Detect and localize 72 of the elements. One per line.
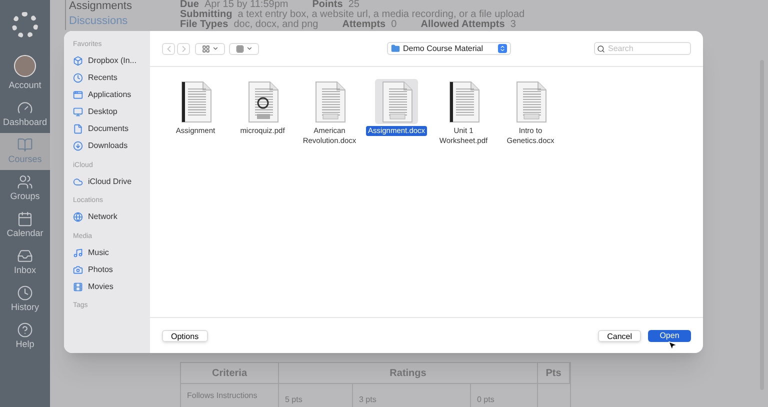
- column-header: Pts: [538, 363, 570, 383]
- sidebar-item[interactable]: Desktop: [73, 104, 150, 120]
- logo-icon: [12, 12, 38, 38]
- film-icon: [73, 282, 83, 292]
- nav-item[interactable]: Help: [0, 318, 50, 355]
- nav-icon: [17, 248, 33, 264]
- sidebar-item[interactable]: Dropbox (In...: [73, 52, 150, 70]
- sidebar-item[interactable]: Photos: [73, 261, 150, 278]
- folder-dropdown[interactable]: Demo Course Material: [387, 42, 511, 55]
- search-icon: [597, 44, 605, 52]
- detail-text: File Types doc, docx, and png: [180, 20, 318, 30]
- globe-icon: [73, 212, 83, 222]
- detail-text: Allowed Attempts 3: [420, 20, 516, 30]
- app-window-icon: [73, 90, 83, 100]
- document-icon: [312, 80, 346, 122]
- sidebar-item[interactable]: Music: [73, 244, 150, 261]
- nav-icon: [17, 100, 33, 116]
- detail-text: Submitting a text entry box, a website url, a media recording, or a file upload: [180, 10, 525, 20]
- detail-text: Due Apr 15 by 11:59pm: [180, 0, 288, 10]
- sidebar-item[interactable]: Documents: [73, 120, 150, 138]
- caret-icon: [246, 45, 252, 52]
- sidebar-item[interactable]: Network: [73, 208, 150, 226]
- nav-item[interactable]: Dashboard: [0, 96, 50, 133]
- group-button[interactable]: [229, 42, 259, 54]
- nav-icon: [17, 284, 33, 301]
- detail-text: Attempts 0: [342, 20, 397, 30]
- sidebar-item[interactable]: iCloud Drive: [73, 173, 150, 190]
- detail-text: Points 25: [312, 0, 360, 10]
- file-icon: [73, 124, 83, 134]
- document-icon: [246, 80, 280, 122]
- cloud-icon: [73, 176, 83, 186]
- nav-icon: [17, 322, 33, 338]
- sidebar-item[interactable]: Downloads: [73, 138, 150, 154]
- sidebar-item[interactable]: Applications: [73, 86, 150, 104]
- nav-item[interactable]: History: [0, 281, 50, 318]
- sidebar-item[interactable]: Movies: [73, 278, 150, 295]
- search-field[interactable]: Search: [594, 42, 691, 55]
- stepper-icon: [498, 44, 507, 53]
- course-nav-link[interactable]: Assignments: [69, 0, 175, 12]
- monitor-icon: [73, 107, 83, 117]
- nav-icon: [17, 136, 33, 153]
- document-icon: [178, 80, 212, 122]
- camera-icon: [73, 264, 83, 274]
- nav-item[interactable]: Calendar: [0, 207, 50, 244]
- nav-icon: [17, 210, 33, 227]
- nav-item[interactable]: Groups: [0, 170, 50, 207]
- grid-icon: [202, 44, 210, 52]
- sidebar-item[interactable]: Recents: [73, 70, 150, 86]
- column-header: Criteria: [181, 363, 279, 383]
- clock-icon: [73, 73, 83, 83]
- document-icon: [514, 80, 548, 122]
- table-cell: 0 pts: [471, 384, 538, 407]
- music-note-icon: [73, 248, 83, 258]
- nav-icon: [17, 174, 33, 190]
- download-icon: [73, 141, 83, 151]
- table-cell: 5 pts: [279, 384, 353, 407]
- table-cell: Follows Instructions: [181, 384, 279, 407]
- document-icon: [446, 80, 480, 122]
- box-icon: [73, 56, 83, 66]
- options-button[interactable]: Options: [162, 330, 208, 342]
- grid-icon: [236, 44, 244, 52]
- open-button[interactable]: Open: [648, 330, 691, 342]
- cancel-button[interactable]: Cancel: [598, 330, 641, 342]
- folder-icon: [391, 44, 400, 53]
- nav-item[interactable]: Account: [0, 52, 50, 96]
- caret-icon: [212, 45, 218, 52]
- view-mode-button[interactable]: [195, 42, 225, 54]
- avatar-icon: [14, 55, 36, 78]
- column-header: Ratings: [279, 363, 538, 383]
- table-cell: 3 pts: [353, 384, 471, 407]
- document-icon: [380, 80, 414, 122]
- nav-item[interactable]: Inbox: [0, 244, 50, 281]
